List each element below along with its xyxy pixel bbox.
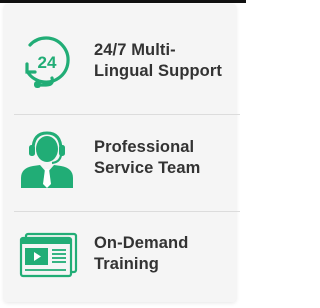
top-edge-bar [0, 0, 246, 3]
divider [14, 114, 240, 115]
feature-label-line-1: On-Demand [94, 234, 189, 252]
video-training-screen-icon [14, 224, 80, 284]
feature-label-line-2: Training [94, 255, 159, 273]
feature-item-support: 24 24/7 Multi- Lingual Support [14, 31, 228, 91]
divider [14, 211, 240, 212]
feature-label-line-1: 24/7 Multi- [94, 41, 176, 59]
feature-label-line-2: Lingual Support [94, 62, 222, 80]
customer-service-agent-icon [14, 128, 80, 188]
svg-text:24: 24 [38, 53, 57, 72]
feature-item-training: On-Demand Training [14, 224, 228, 284]
feature-label-line-1: Professional [94, 138, 195, 156]
features-card: 24 24/7 Multi- Lingual Support Professio… [4, 4, 240, 302]
feature-item-service-team: Professional Service Team [14, 128, 228, 188]
feature-label-line-2: Service Team [94, 159, 201, 177]
24-hour-support-headset-icon: 24 [14, 31, 80, 91]
